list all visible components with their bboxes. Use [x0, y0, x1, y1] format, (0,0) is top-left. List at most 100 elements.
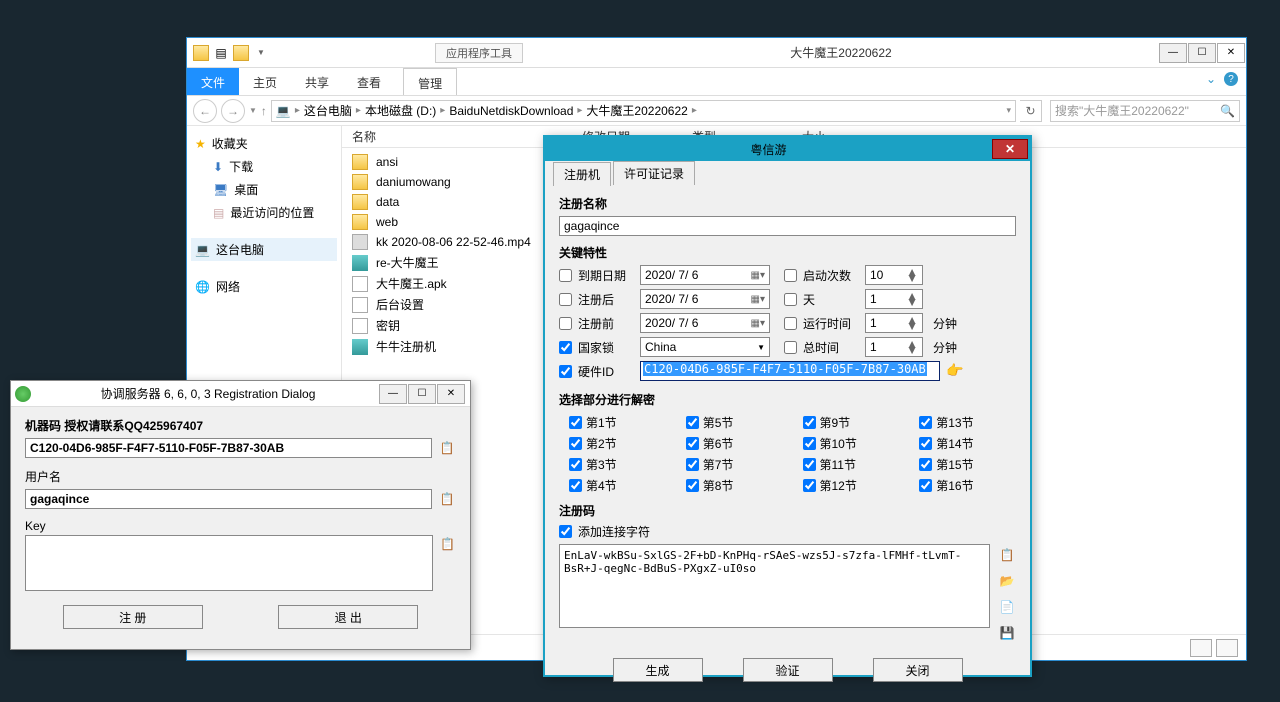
before-checkbox[interactable] [559, 317, 572, 330]
tree-recent[interactable]: ▤最近访问的位置 [191, 201, 337, 224]
minimize-button[interactable]: — [1159, 43, 1187, 63]
paste-user-icon[interactable]: 📋 [438, 490, 456, 508]
tab-home[interactable]: 主页 [239, 68, 291, 95]
after-date-picker[interactable]: 2020/ 7/ 6▦▾ [640, 289, 770, 309]
dropdown-icon[interactable]: ▼ [253, 45, 269, 61]
section-checkbox[interactable]: 第5节 [686, 414, 773, 431]
runtime-spinner[interactable]: 1▲▼ [865, 313, 923, 333]
tree-desktop[interactable]: 🖥桌面 [191, 178, 337, 201]
section-checkbox[interactable]: 第15节 [919, 456, 1006, 473]
expire-checkbox[interactable] [559, 269, 572, 282]
section-checkbox[interactable]: 第10节 [803, 435, 890, 452]
tab-view[interactable]: 查看 [343, 68, 395, 95]
reg-minimize-button[interactable]: — [379, 384, 407, 404]
ribbon-expand-icon[interactable]: ⌄ [1206, 72, 1216, 91]
tab-share[interactable]: 共享 [291, 68, 343, 95]
total-checkbox[interactable] [784, 341, 797, 354]
section-cb[interactable] [919, 479, 932, 492]
after-checkbox[interactable] [559, 293, 572, 306]
tree-downloads[interactable]: ⬇下载 [191, 155, 337, 178]
regcode-textarea[interactable] [559, 544, 990, 628]
help-icon[interactable]: ? [1224, 72, 1238, 86]
reg-close-button[interactable]: ✕ [437, 384, 465, 404]
reg-maximize-button[interactable]: ☐ [408, 384, 436, 404]
generate-button[interactable]: 生成 [613, 658, 703, 682]
section-checkbox[interactable]: 第8节 [686, 477, 773, 494]
section-cb[interactable] [569, 416, 582, 429]
expire-date-picker[interactable]: 2020/ 7/ 6▦▾ [640, 265, 770, 285]
section-checkbox[interactable]: 第14节 [919, 435, 1006, 452]
tab-generator[interactable]: 注册机 [553, 162, 611, 186]
exit-button[interactable]: 退 出 [278, 605, 418, 629]
reg-name-input[interactable] [559, 216, 1016, 236]
hwid-checkbox[interactable] [559, 365, 572, 378]
properties-icon[interactable]: ▤ [213, 45, 229, 61]
runs-spinner[interactable]: 10▲▼ [865, 265, 923, 285]
country-checkbox[interactable] [559, 341, 572, 354]
close-button[interactable]: 关闭 [873, 658, 963, 682]
verify-button[interactable]: 验证 [743, 658, 833, 682]
open-file-icon[interactable]: 📂 [998, 572, 1016, 590]
country-select[interactable]: China▼ [640, 337, 770, 357]
section-checkbox[interactable]: 第4节 [569, 477, 656, 494]
copy-regcode-icon[interactable]: 📋 [998, 546, 1016, 564]
add-file-icon[interactable]: 📄 [998, 598, 1016, 616]
paste-hwid-icon[interactable]: 👉 [946, 362, 964, 380]
section-checkbox[interactable]: 第6节 [686, 435, 773, 452]
section-cb[interactable] [919, 458, 932, 471]
hwid-input[interactable]: C120-04D6-985F-F4F7-5110-F05F-7B87-30AB [640, 361, 940, 381]
forward-button[interactable]: → [221, 99, 245, 123]
section-cb[interactable] [686, 416, 699, 429]
breadcrumb-seg[interactable]: 大牛魔王20220622 [586, 102, 687, 119]
section-checkbox[interactable]: 第1节 [569, 414, 656, 431]
section-cb[interactable] [569, 437, 582, 450]
tree-computer[interactable]: 💻这台电脑 [191, 238, 337, 261]
maximize-button[interactable]: ☐ [1188, 43, 1216, 63]
icons-view-button[interactable] [1216, 639, 1238, 657]
section-cb[interactable] [803, 479, 816, 492]
section-cb[interactable] [569, 479, 582, 492]
days-checkbox[interactable] [784, 293, 797, 306]
tree-favorites[interactable]: ★收藏夹 [191, 132, 337, 155]
save-icon[interactable]: 💾 [998, 624, 1016, 642]
recent-dropdown-icon[interactable]: ▼ [249, 106, 257, 115]
tree-network[interactable]: 🌐网络 [191, 275, 337, 298]
section-cb[interactable] [686, 437, 699, 450]
tab-manage[interactable]: 管理 [403, 68, 457, 95]
refresh-button[interactable]: ↻ [1020, 100, 1042, 122]
copy-icon[interactable]: 📋 [438, 439, 456, 457]
section-cb[interactable] [569, 458, 582, 471]
user-input[interactable] [25, 489, 432, 509]
details-view-button[interactable] [1190, 639, 1212, 657]
tab-file[interactable]: 文件 [187, 68, 239, 95]
section-checkbox[interactable]: 第13节 [919, 414, 1006, 431]
section-checkbox[interactable]: 第7节 [686, 456, 773, 473]
section-checkbox[interactable]: 第12节 [803, 477, 890, 494]
section-cb[interactable] [686, 458, 699, 471]
breadcrumb-seg[interactable]: BaiduNetdiskDownload [449, 104, 573, 118]
section-checkbox[interactable]: 第2节 [569, 435, 656, 452]
tab-license-log[interactable]: 许可证记录 [613, 161, 695, 185]
key-textarea[interactable] [25, 535, 433, 591]
breadcrumb-seg[interactable]: 本地磁盘 (D:) [365, 102, 436, 119]
days-spinner[interactable]: 1▲▼ [865, 289, 923, 309]
paste-key-icon[interactable]: 📋 [439, 535, 456, 553]
section-cb[interactable] [803, 458, 816, 471]
section-checkbox[interactable]: 第16节 [919, 477, 1006, 494]
breadcrumb[interactable]: 💻 ▸ 这台电脑 ▸ 本地磁盘 (D:) ▸ BaiduNetdiskDownl… [271, 100, 1016, 122]
machine-code-input[interactable] [25, 438, 432, 458]
runtime-checkbox[interactable] [784, 317, 797, 330]
total-spinner[interactable]: 1▲▼ [865, 337, 923, 357]
register-button[interactable]: 注 册 [63, 605, 203, 629]
append-checkbox[interactable] [559, 525, 572, 538]
section-checkbox[interactable]: 第9节 [803, 414, 890, 431]
section-checkbox[interactable]: 第11节 [803, 456, 890, 473]
section-cb[interactable] [803, 437, 816, 450]
breadcrumb-seg[interactable]: 这台电脑 [304, 102, 352, 119]
search-input[interactable]: 搜索"大牛魔王20220622" 🔍 [1050, 100, 1240, 122]
section-cb[interactable] [803, 416, 816, 429]
before-date-picker[interactable]: 2020/ 7/ 6▦▾ [640, 313, 770, 333]
section-cb[interactable] [919, 416, 932, 429]
breadcrumb-dropdown-icon[interactable]: ▾ [1006, 105, 1011, 116]
section-cb[interactable] [919, 437, 932, 450]
